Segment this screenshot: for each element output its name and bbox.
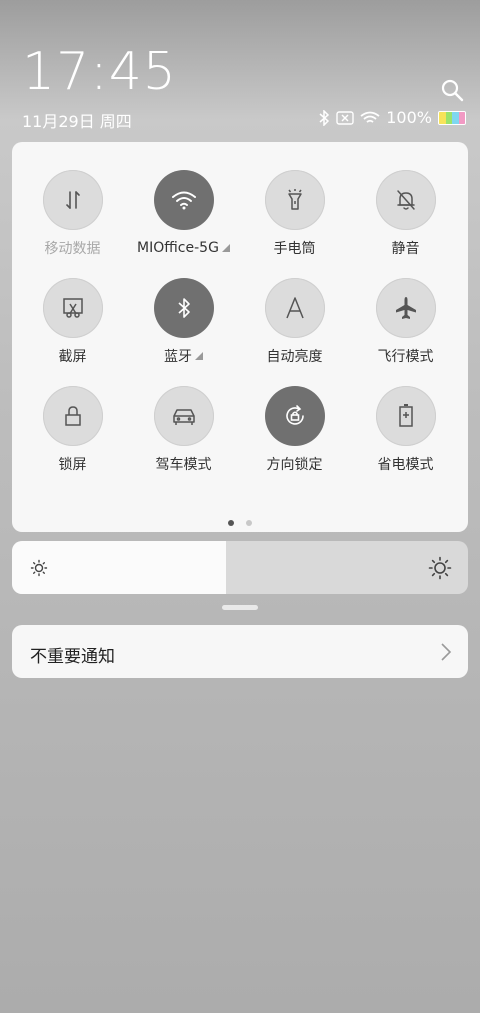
drag-handle[interactable] bbox=[222, 605, 258, 610]
tile-toggle-button[interactable] bbox=[153, 386, 214, 446]
tile-label: MIOffice-5G bbox=[137, 240, 230, 256]
brightness-slider[interactable] bbox=[12, 541, 468, 594]
chevron-right-icon bbox=[441, 643, 452, 661]
tile-toggle-button[interactable] bbox=[42, 170, 103, 230]
tile-label-text: 驾车模式 bbox=[155, 457, 212, 473]
page-dot-1[interactable] bbox=[228, 520, 234, 526]
tile-label: 自动亮度 bbox=[266, 348, 323, 365]
screenshot-icon bbox=[61, 296, 85, 320]
tile-toggle-button[interactable] bbox=[153, 170, 214, 230]
tile-label: 蓝牙 bbox=[164, 348, 203, 365]
tile-label-text: 方向锁定 bbox=[266, 457, 323, 473]
notification-label: 不重要通知 bbox=[30, 647, 115, 667]
quick-settings-panel: 移动数据 MIOffice-5G 手电筒 静音截屏 蓝牙 自动亮度 飞行模式锁屏 驾车模式 方向… bbox=[12, 142, 468, 532]
rotation-lock-icon bbox=[282, 403, 308, 429]
brightness-low-icon bbox=[30, 559, 48, 577]
tile-mute-bell[interactable]: 静音 bbox=[350, 170, 461, 257]
battery-icon bbox=[438, 110, 466, 125]
tile-rotation-lock[interactable]: 方向锁定 bbox=[239, 386, 350, 473]
bluetooth-status-icon bbox=[319, 109, 330, 126]
status-icons: 100% bbox=[318, 108, 466, 127]
status-bar: 17:45 11月29日 周四 100% bbox=[0, 0, 480, 140]
page-dot-2[interactable] bbox=[246, 520, 252, 526]
tile-lock[interactable]: 锁屏 bbox=[17, 386, 128, 473]
tile-label: 截屏 bbox=[58, 348, 87, 365]
wifi-status-icon bbox=[360, 111, 380, 123]
tile-toggle-button[interactable] bbox=[42, 278, 103, 338]
tile-toggle-button[interactable] bbox=[375, 278, 436, 338]
tile-label-text: 蓝牙 bbox=[164, 349, 192, 365]
tile-label: 锁屏 bbox=[58, 456, 87, 473]
quick-settings-grid: 移动数据 MIOffice-5G 手电筒 静音截屏 蓝牙 自动亮度 飞行模式锁屏 驾车模式 方向… bbox=[12, 170, 473, 473]
tile-toggle-button[interactable] bbox=[42, 386, 103, 446]
tile-label: 飞行模式 bbox=[377, 348, 434, 365]
tile-label: 移动数据 bbox=[44, 240, 101, 257]
tile-auto-brightness[interactable]: 自动亮度 bbox=[239, 278, 350, 365]
tile-toggle-button[interactable] bbox=[264, 170, 325, 230]
tile-label-text: MIOffice-5G bbox=[137, 240, 219, 256]
mute-bell-icon bbox=[394, 188, 418, 212]
tile-toggle-button[interactable] bbox=[264, 278, 325, 338]
tile-label: 方向锁定 bbox=[266, 456, 323, 473]
battery-percent: 100% bbox=[386, 108, 432, 127]
tile-mobile-data[interactable]: 移动数据 bbox=[17, 170, 128, 257]
brightness-high-icon bbox=[428, 556, 452, 580]
expand-indicator-icon[interactable] bbox=[221, 244, 230, 252]
tile-bluetooth[interactable]: 蓝牙 bbox=[128, 278, 239, 365]
page-indicator bbox=[12, 520, 468, 526]
tile-label: 手电筒 bbox=[273, 240, 316, 257]
tile-label: 驾车模式 bbox=[155, 456, 212, 473]
tile-toggle-button[interactable] bbox=[153, 278, 214, 338]
airplane-icon bbox=[393, 295, 419, 321]
clock-time: 17:45 bbox=[22, 42, 177, 102]
tile-toggle-button[interactable] bbox=[264, 386, 325, 446]
tile-label-text: 静音 bbox=[391, 241, 420, 257]
no-sim-icon bbox=[336, 110, 354, 125]
tile-label-text: 截屏 bbox=[58, 349, 87, 365]
tile-battery-saver[interactable]: 省电模式 bbox=[350, 386, 461, 473]
tile-toggle-button[interactable] bbox=[375, 386, 436, 446]
tile-label-text: 飞行模式 bbox=[377, 349, 434, 365]
tile-flashlight[interactable]: 手电筒 bbox=[239, 170, 350, 257]
tile-label-text: 手电筒 bbox=[273, 241, 316, 257]
auto-brightness-icon bbox=[283, 296, 307, 320]
tile-label-text: 省电模式 bbox=[377, 457, 434, 473]
tile-label: 省电模式 bbox=[377, 456, 434, 473]
unimportant-notifications-row[interactable]: 不重要通知 bbox=[12, 625, 468, 678]
mobile-data-icon bbox=[61, 188, 85, 212]
tile-label-text: 锁屏 bbox=[58, 457, 87, 473]
tile-label-text: 移动数据 bbox=[44, 241, 101, 257]
search-icon[interactable] bbox=[440, 78, 464, 102]
lock-icon bbox=[61, 404, 85, 428]
clock-date: 11月29日 周四 bbox=[22, 112, 132, 131]
tile-label: 静音 bbox=[391, 240, 420, 257]
expand-indicator-icon[interactable] bbox=[195, 352, 203, 360]
tile-car[interactable]: 驾车模式 bbox=[128, 386, 239, 473]
car-icon bbox=[171, 405, 197, 427]
tile-label-text: 自动亮度 bbox=[266, 349, 323, 365]
tile-wifi[interactable]: MIOffice-5G bbox=[128, 170, 239, 256]
tile-toggle-button[interactable] bbox=[375, 170, 436, 230]
bluetooth-icon bbox=[174, 297, 194, 319]
flashlight-icon bbox=[283, 188, 307, 212]
tile-screenshot[interactable]: 截屏 bbox=[17, 278, 128, 365]
battery-saver-icon bbox=[395, 403, 417, 429]
tile-airplane[interactable]: 飞行模式 bbox=[350, 278, 461, 365]
wifi-icon bbox=[170, 189, 198, 211]
